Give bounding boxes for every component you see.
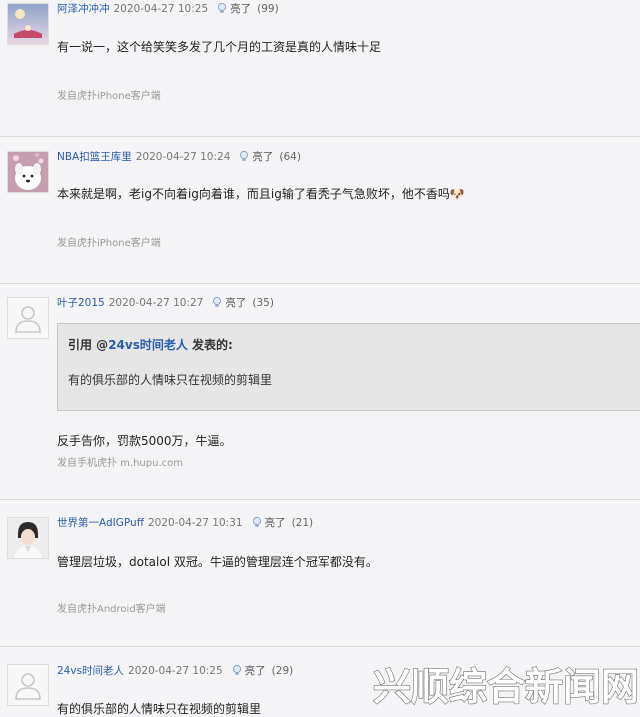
like-count: (29) (271, 665, 294, 677)
watermark-text: 兴顺综合新闻网 (373, 665, 639, 709)
post-source: 发自虎扑Android客户端 (57, 604, 166, 615)
lightbulb-icon[interactable] (238, 150, 250, 165)
username-link[interactable]: 世界第一AdIGPuff (57, 517, 144, 529)
lightbulb-icon[interactable] (211, 296, 223, 311)
post-date: 2020-04-27 10:25 (128, 665, 223, 677)
post-text: 管理层垃圾，dotalol 双冠。牛逼的管理层连个冠军都没有。 (57, 555, 378, 569)
post-source: 发自手机虎扑 m.hupu.com (57, 458, 183, 469)
like-label[interactable]: 亮了 (230, 3, 251, 15)
avatar[interactable] (7, 517, 49, 559)
avatar[interactable] (7, 664, 49, 706)
quote-suffix: 发表的: (187, 338, 233, 352)
avatar[interactable] (7, 3, 49, 45)
avatar[interactable] (7, 297, 49, 339)
like-label[interactable]: 亮了 (225, 297, 246, 309)
quote-username-link[interactable]: 24vs时间老人 (108, 338, 188, 352)
like-count: (21) (291, 517, 314, 529)
post-date: 2020-04-27 10:31 (147, 517, 243, 529)
lightbulb-icon[interactable] (231, 664, 243, 679)
like-label[interactable]: 亮了 (265, 517, 286, 529)
post-meta: NBA扣篮王库里 2020-04-27 10:24 亮了 (64) (57, 149, 301, 165)
post-date: 2020-04-27 10:24 (135, 151, 231, 163)
avatar[interactable] (7, 151, 49, 193)
like-label[interactable]: 亮了 (252, 151, 273, 163)
quote-header: 引用 @24vs时间老人 发表的: (68, 336, 233, 353)
username-link[interactable]: 叶子2015 (57, 297, 105, 309)
username-link[interactable]: NBA扣篮王库里 (57, 151, 132, 163)
avatar-image (8, 518, 48, 558)
like-count: (35) (252, 297, 274, 309)
like-label[interactable]: 亮了 (245, 665, 266, 677)
post-text: 有的俱乐部的人情味只在视频的剪辑里 (57, 702, 262, 716)
watermark: 兴顺综合新闻网 (372, 664, 639, 709)
avatar-image (8, 4, 48, 44)
post-text: 本来就是啊，老ig不向着ig向着谁，而且ig输了看秃子气急败坏，他不香吗🐶 (57, 187, 465, 201)
post-date: 2020-04-27 10:27 (108, 297, 204, 309)
post-source: 发自虎扑iPhone客户端 (57, 238, 161, 249)
lightbulb-icon[interactable] (251, 516, 263, 531)
post-date: 2020-04-27 10:25 (113, 3, 209, 15)
post-meta: 叶子2015 2020-04-27 10:27 亮了 (35) (57, 295, 274, 311)
lightbulb-icon[interactable] (216, 2, 228, 17)
reply-post: 世界第一AdIGPuff 2020-04-27 10:31 亮了 (21) 管理层垃圾… (0, 500, 640, 646)
quote-text: 有的俱乐部的人情味只在视频的剪辑里 (68, 373, 273, 387)
post-meta: 阿泽冲冲冲 2020-04-27 10:25 亮了 (99) (57, 1, 279, 17)
avatar-image (8, 152, 48, 192)
quote-block: 引用 @24vs时间老人 发表的: 有的俱乐部的人情味只在视频的剪辑里 (57, 323, 640, 411)
quote-prefix: 引用 @ (68, 338, 109, 352)
username-link[interactable]: 24vs时间老人 (57, 665, 124, 677)
default-avatar-icon (8, 665, 48, 705)
like-count: (64) (279, 151, 301, 163)
post-source: 发自虎扑iPhone客户端 (57, 91, 161, 102)
default-avatar-icon (8, 298, 48, 338)
username-link[interactable]: 阿泽冲冲冲 (57, 3, 110, 15)
reply-post: NBA扣篮王库里 2020-04-27 10:24 亮了 (64) 本来就是啊，老ig… (0, 137, 640, 283)
reply-post: 阿泽冲冲冲 2020-04-27 10:25 亮了 (99) 有一说一，这个给笑笑多发… (0, 0, 640, 136)
like-count: (99) (257, 3, 279, 15)
post-meta: 世界第一AdIGPuff 2020-04-27 10:31 亮了 (21) (57, 515, 313, 531)
post-meta: 24vs时间老人 2020-04-27 10:25 亮了 (29) (57, 663, 293, 679)
post-text: 有一说一，这个给笑笑多发了几个月的工资是真的人情味十足 (57, 40, 382, 54)
post-text: 反手告你，罚款5000万，牛逼。 (57, 434, 232, 448)
reply-post: 叶子2015 2020-04-27 10:27 亮了 (35) 引用 @24vs时间老… (0, 284, 640, 499)
